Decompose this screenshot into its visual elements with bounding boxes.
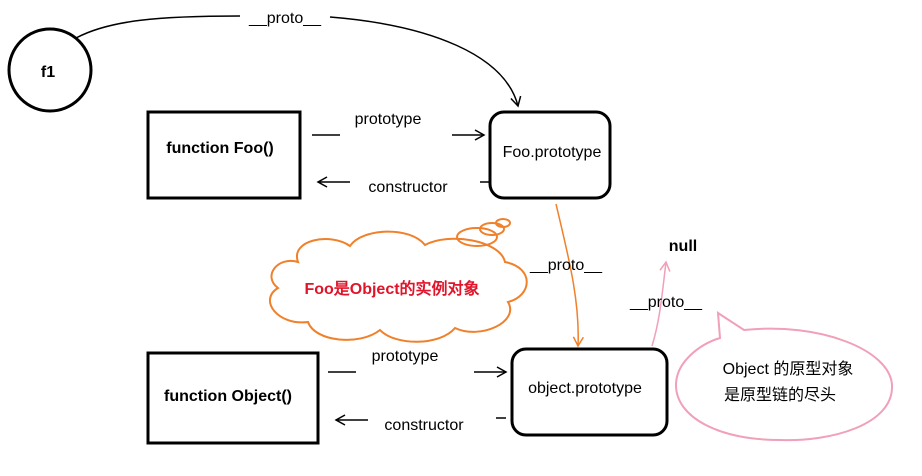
pink-bubble-line1: Object 的原型对象	[723, 360, 854, 378]
object-proto-to-null-edge: __proto__	[629, 260, 703, 347]
object-function-label: function Object()	[164, 388, 292, 405]
object-function-node: function Object()	[146, 351, 320, 445]
foo-prototype-label: Foo.prototype	[503, 144, 602, 161]
foo-function-node: function Foo()	[146, 110, 302, 200]
foo-proto-to-object-edge: __proto__	[529, 203, 603, 348]
foo-prototype-node: Foo.prototype	[488, 110, 612, 200]
object-constructor-edge-label: constructor	[384, 417, 464, 434]
object-prototype-edge-label: prototype	[372, 348, 439, 365]
pink-bubble-line2: 是原型链的尽头	[724, 386, 836, 404]
foo-function-label: function Foo()	[166, 140, 274, 157]
f1-proto-label: __proto__	[248, 10, 322, 27]
orange-thought-text: Foo是Object的实例对象	[304, 279, 479, 298]
object-constructor-edge: constructor	[334, 414, 506, 434]
foo-prototype-edge: prototype	[312, 111, 486, 141]
object-prototype-edge: prototype	[328, 348, 508, 378]
orange-thought-cloud: Foo是Object的实例对象	[268, 218, 528, 343]
object-prototype-label: object.prototype	[528, 380, 642, 397]
f1-node: f1	[7, 27, 93, 113]
prototype-chain-diagram: f1 __proto__ function Foo() Foo.prototyp…	[7, 10, 894, 445]
foo-proto-to-object-label: __proto__	[529, 257, 603, 274]
foo-constructor-edge: constructor	[316, 176, 490, 196]
foo-prototype-edge-label: prototype	[355, 111, 422, 128]
object-proto-to-null-label: __proto__	[629, 294, 703, 311]
object-prototype-node: object.prototype	[510, 347, 669, 437]
foo-constructor-edge-label: constructor	[368, 179, 448, 196]
f1-proto-edge: __proto__	[75, 10, 522, 108]
pink-speech-bubble: Object 的原型对象 是原型链的尽头	[674, 311, 894, 442]
f1-label: f1	[41, 64, 55, 81]
null-label: null	[669, 238, 697, 255]
